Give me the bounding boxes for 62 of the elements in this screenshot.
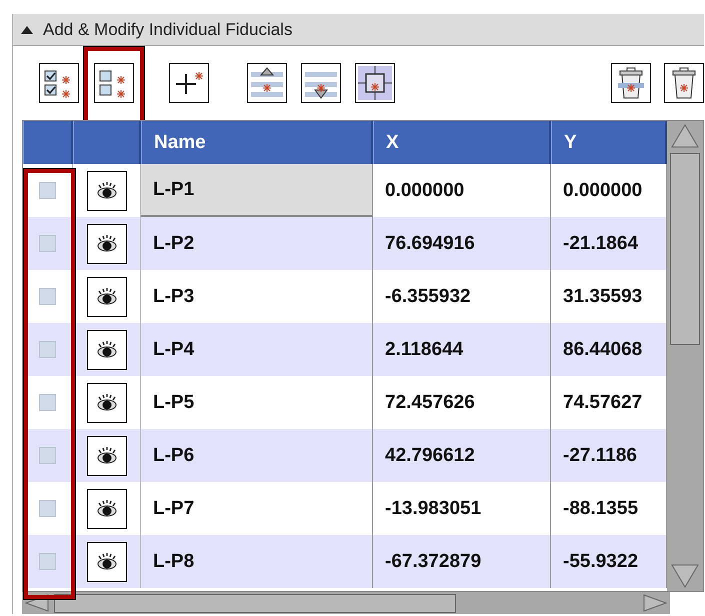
toolbar-button[interactable]: [301, 63, 341, 103]
table-cell: 76.694916: [373, 217, 551, 270]
table-cell: -55.9322: [551, 535, 667, 588]
eye-icon: [94, 392, 118, 412]
eye-icon: [94, 340, 118, 360]
visibility-button[interactable]: [86, 170, 126, 210]
table-cell: -67.372879: [373, 535, 551, 588]
table-cell: 42.796612: [373, 429, 551, 482]
move-up-icon: [250, 66, 284, 100]
horizontal-scrollbar[interactable]: [22, 592, 670, 614]
visibility-button[interactable]: [86, 488, 126, 528]
visibility-button[interactable]: [86, 382, 126, 422]
collapse-arrow-icon[interactable]: [21, 26, 33, 34]
up-arrow-icon[interactable]: [670, 123, 700, 149]
right-arrow-icon[interactable]: [642, 594, 668, 612]
center-icon: [358, 66, 392, 100]
visibility-button[interactable]: [86, 276, 126, 316]
column-header[interactable]: X: [373, 121, 551, 164]
visibility-button[interactable]: [86, 436, 126, 476]
column-header[interactable]: Name: [141, 121, 373, 164]
toolbar-button[interactable]: [94, 63, 134, 103]
visibility-button[interactable]: [86, 330, 126, 370]
table-cell: 2.118644: [373, 323, 551, 376]
toolbar-button[interactable]: [611, 63, 651, 103]
toolbar-button[interactable]: [247, 63, 287, 103]
row-checkbox[interactable]: [39, 394, 56, 411]
visibility-button[interactable]: [86, 542, 126, 582]
row-checkbox[interactable]: [39, 500, 56, 517]
eye-icon: [94, 286, 118, 306]
toolbar-button[interactable]: [169, 63, 209, 103]
scroll-thumb[interactable]: [54, 594, 456, 612]
eye-icon: [94, 552, 118, 572]
toolbar-button[interactable]: [39, 63, 79, 103]
column-header: [23, 121, 73, 164]
left-arrow-icon[interactable]: [24, 594, 50, 612]
table-cell: 86.44068: [551, 323, 667, 376]
table-cell[interactable]: L-P6: [141, 429, 373, 482]
row-checkbox[interactable]: [39, 553, 56, 570]
panel-title: Add & Modify Individual Fiducials: [43, 20, 292, 40]
vertical-scrollbar[interactable]: [667, 121, 703, 591]
toolbar-button[interactable]: [664, 63, 704, 103]
table-cell: -27.1186: [551, 429, 667, 482]
table-cell[interactable]: L-P4: [141, 323, 373, 376]
row-checkbox[interactable]: [39, 235, 56, 252]
table-cell[interactable]: L-P8: [141, 535, 373, 588]
visibility-button[interactable]: [86, 224, 126, 264]
column-header[interactable]: Y: [551, 121, 667, 164]
row-checkbox[interactable]: [39, 288, 56, 305]
eye-icon: [94, 180, 118, 200]
row-checkbox[interactable]: [39, 447, 56, 464]
row-checkbox[interactable]: [39, 341, 56, 358]
eye-icon: [94, 234, 118, 254]
table-cell[interactable]: L-P1: [141, 164, 373, 217]
toolbar-button[interactable]: [355, 63, 395, 103]
row-checkbox[interactable]: [39, 182, 56, 199]
down-arrow-icon[interactable]: [670, 563, 700, 589]
column-header: [73, 121, 141, 164]
table-cell[interactable]: L-P2: [141, 217, 373, 270]
table-cell: -21.1864: [551, 217, 667, 270]
eye-icon: [94, 498, 118, 518]
eye-icon: [94, 446, 118, 466]
scroll-thumb[interactable]: [670, 153, 700, 345]
